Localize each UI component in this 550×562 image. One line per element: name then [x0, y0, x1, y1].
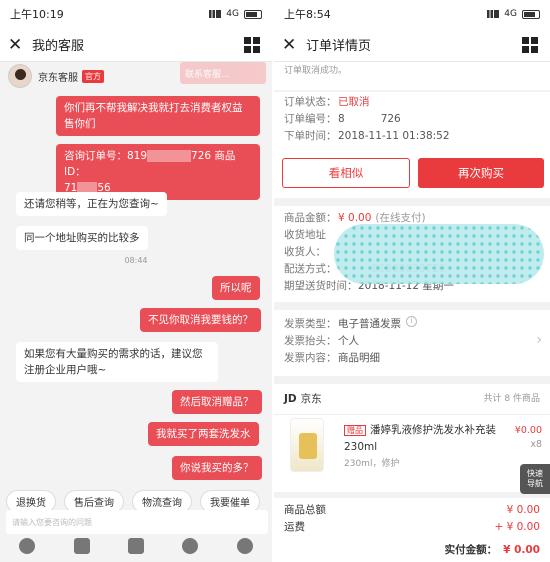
chat-bubble-user: 你说我买的多？ [172, 456, 262, 480]
chat-bubble-agent: 同一个地址购买的比较多 [16, 226, 148, 250]
order-status: 已取消 [338, 96, 370, 108]
redaction-mask [345, 111, 381, 128]
freight-total: + ¥ 0.00 [494, 521, 540, 533]
image-icon[interactable] [73, 538, 90, 554]
chat-bubble-user: 我就买了两套洗发水 [148, 422, 259, 446]
emoji-icon[interactable] [236, 538, 253, 554]
chat-bubble-user: 你们再不帮我解决我就打去消费者权益售你们 [56, 96, 260, 136]
agent-header: 京东客服 官方 [8, 64, 104, 88]
order-time: 2018-11-11 01:38:52 [338, 130, 450, 142]
chat-navbar: ✕ 我的客服 [0, 28, 272, 62]
battery-icon [522, 9, 540, 19]
chat-bubble-user: 然后取消赠品？ [172, 390, 262, 414]
signal-icon [487, 10, 500, 18]
product-info[interactable]: 赠品 潘婷乳液修护洗发水补充装 230ml 230ml，修护 [344, 422, 514, 472]
close-icon[interactable]: ✕ [282, 35, 302, 55]
totals-card: 商品总额 ¥ 0.00 运费 + ¥ 0.00 实付金额： ¥ 0.00 [274, 498, 550, 562]
privacy-mosaic [334, 224, 544, 284]
chat-bubble-agent: 如果您有大量购买的需求的话，建议您注册企业用户哦~ [16, 342, 218, 382]
product-name: 潘婷乳液修护洗发水补充装 [370, 424, 496, 436]
official-badge: 官方 [82, 69, 104, 83]
info-icon[interactable]: i [406, 316, 417, 327]
message-input[interactable]: 请输入您要咨询的问题 [6, 510, 268, 534]
order-detail-screen: 上午8:54 4G ✕ 订单详情页 订单取消成功。 订单状态： 已取消 订单编号：… [274, 0, 550, 562]
network-label: 4G [226, 9, 239, 19]
avatar [8, 64, 32, 88]
chat-timestamp: 08:44 [124, 256, 148, 265]
item-count: 共计 8 件商品 [483, 394, 540, 404]
battery-icon [244, 9, 262, 19]
status-bar: 上午10:19 4G [0, 0, 272, 28]
order-icon[interactable] [127, 538, 144, 554]
redaction-mask [147, 150, 192, 162]
chevron-right-icon: › [536, 332, 542, 348]
network-label: 4G [504, 9, 517, 19]
faded-banner: 联系客服... [180, 62, 266, 84]
chat-bubble-user: 不见你取消我要钱的？ [140, 308, 261, 332]
fast-nav-button[interactable]: 快速 导航 [520, 464, 550, 494]
rebuy-button[interactable]: 再次购买 [418, 158, 544, 188]
signal-icon [209, 10, 222, 18]
gift-tag: 赠品 [344, 425, 366, 436]
page-title: 订单详情页 [306, 39, 372, 54]
status-time: 上午10:19 [10, 8, 64, 21]
view-similar-button[interactable]: 看相似 [282, 158, 410, 188]
product-thumbnail[interactable] [290, 418, 324, 472]
agent-name: 京东客服 [38, 72, 78, 84]
page-title: 我的客服 [32, 39, 85, 54]
chat-toolbar [0, 538, 272, 554]
status-bar: 上午8:54 4G [274, 0, 550, 28]
heart-icon[interactable] [19, 538, 36, 554]
product-spec: 230ml [344, 441, 378, 453]
cancel-card: 订单取消成功。 [274, 62, 550, 90]
chat-screen: 上午10:19 4G ✕ 我的客服 京东客服 官方 联系客服... 你们再不帮我… [0, 0, 272, 562]
status-time: 上午8:54 [284, 8, 331, 21]
grid-menu-icon[interactable] [244, 36, 260, 53]
product-qty: x8 [530, 439, 542, 450]
product-sub: 230ml，修护 [344, 459, 400, 469]
chat-bubble-user: 所以呢 [212, 276, 260, 300]
shop-name: 京东 [300, 393, 322, 405]
order-number: 726 [380, 113, 401, 125]
jd-logo: JD [284, 393, 297, 405]
cancel-note: 订单取消成功。 [284, 66, 348, 76]
paid-total: ¥ 0.00 [503, 544, 540, 556]
invoice-card[interactable]: 发票类型： 电子普通发票 i 发票抬头： 个人 发票内容： 商品明细 › [274, 310, 550, 376]
close-icon[interactable]: ✕ [8, 35, 28, 55]
order-navbar: ✕ 订单详情页 [274, 28, 550, 62]
goods-total: ¥ 0.00 [506, 504, 540, 516]
product-price: ¥0.00 [514, 425, 542, 436]
grid-menu-icon[interactable] [522, 36, 538, 53]
pie-icon[interactable] [182, 538, 199, 554]
chat-bubble-agent: 还请您稍等，正在为您查询~ [16, 192, 167, 216]
